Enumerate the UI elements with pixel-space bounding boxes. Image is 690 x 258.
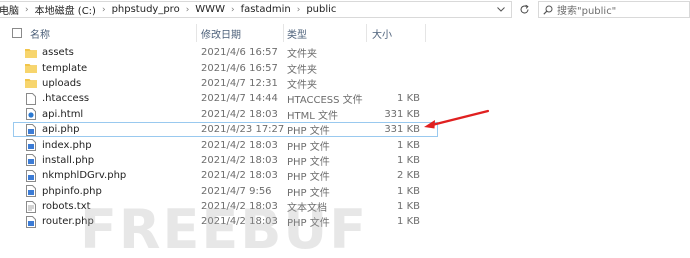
breadcrumb-drive-c[interactable]: 本地磁盘 (C:) <box>34 2 97 17</box>
html-file-icon <box>25 107 37 122</box>
breadcrumb-fastadmin[interactable]: fastadmin <box>240 4 292 15</box>
address-bar: 此电脑 › 本地磁盘 (C:) › phpstudy_pro › WWW › f… <box>0 0 690 20</box>
list-item[interactable]: robots.txt 2021/4/2 18:03 文本文档 1 KB <box>0 199 690 214</box>
folder-icon <box>25 60 37 75</box>
list-item[interactable]: nkmphlDGrv.php 2021/4/2 18:03 PHP 文件 2 K… <box>0 168 690 183</box>
list-item[interactable]: router.php 2021/4/2 18:03 PHP 文件 1 KB <box>0 214 690 229</box>
file-icon <box>25 91 37 106</box>
column-header-date[interactable]: 修改日期 <box>201 24 281 42</box>
php-file-icon <box>25 137 37 152</box>
php-file-icon <box>25 184 37 199</box>
breadcrumb-www[interactable]: WWW <box>194 4 226 15</box>
list-item[interactable]: api.html 2021/4/2 18:03 HTML 文件 331 KB <box>0 107 690 122</box>
select-all-checkbox[interactable] <box>12 28 22 38</box>
column-divider[interactable] <box>283 24 284 42</box>
breadcrumb-separator-icon: › <box>230 4 235 15</box>
breadcrumb-this-pc[interactable]: 此电脑 <box>0 2 20 17</box>
column-header-name[interactable]: 名称 <box>30 24 194 42</box>
search-box[interactable]: 搜索"public" <box>538 1 690 18</box>
column-header-type[interactable]: 类型 <box>287 24 361 42</box>
breadcrumb-phpstudy-pro[interactable]: phpstudy_pro <box>111 4 181 15</box>
column-header-row: 名称 修改日期 类型 大小 <box>0 24 690 42</box>
list-item[interactable]: uploads 2021/4/7 12:31 文件夹 <box>0 76 690 91</box>
text-file-icon <box>25 199 37 214</box>
breadcrumb-separator-icon: › <box>101 4 106 15</box>
address-history-dropdown-icon[interactable] <box>494 2 508 16</box>
column-divider[interactable] <box>425 24 426 42</box>
list-item-selected[interactable]: api.php 2021/4/23 17:27 PHP 文件 331 KB <box>13 121 438 138</box>
list-item[interactable]: index.php 2021/4/2 18:03 PHP 文件 1 KB <box>0 137 690 153</box>
search-icon <box>539 5 557 15</box>
column-divider[interactable] <box>366 24 367 42</box>
breadcrumb[interactable]: 此电脑 › 本地磁盘 (C:) › phpstudy_pro › WWW › f… <box>0 1 512 18</box>
list-item[interactable]: assets 2021/4/6 16:57 文件夹 <box>0 45 690 60</box>
column-header-size[interactable]: 大小 <box>372 24 422 42</box>
search-input[interactable]: 搜索"public" <box>557 2 616 17</box>
breadcrumb-separator-icon: › <box>185 4 190 15</box>
breadcrumb-separator-icon: › <box>296 4 301 15</box>
column-divider[interactable] <box>196 24 197 42</box>
annotation-arrow-icon <box>424 109 490 129</box>
list-item[interactable]: phpinfo.php 2021/4/7 9:56 PHP 文件 1 KB <box>0 184 690 199</box>
folder-icon <box>25 76 37 91</box>
file-list: assets 2021/4/6 16:57 文件夹 template 2021/… <box>0 45 690 230</box>
folder-icon <box>25 45 37 60</box>
breadcrumb-public[interactable]: public <box>305 4 337 15</box>
list-item[interactable]: install.php 2021/4/2 18:03 PHP 文件 1 KB <box>0 153 690 168</box>
refresh-icon[interactable] <box>516 1 533 18</box>
php-file-icon <box>25 122 37 137</box>
list-item[interactable]: .htaccess 2021/4/7 14:44 HTACCESS 文件 1 K… <box>0 91 690 106</box>
php-file-icon <box>25 214 37 229</box>
php-file-icon <box>25 153 37 168</box>
list-item[interactable]: template 2021/4/6 16:57 文件夹 <box>0 60 690 76</box>
breadcrumb-separator-icon: › <box>25 4 29 15</box>
php-file-icon <box>25 168 37 183</box>
